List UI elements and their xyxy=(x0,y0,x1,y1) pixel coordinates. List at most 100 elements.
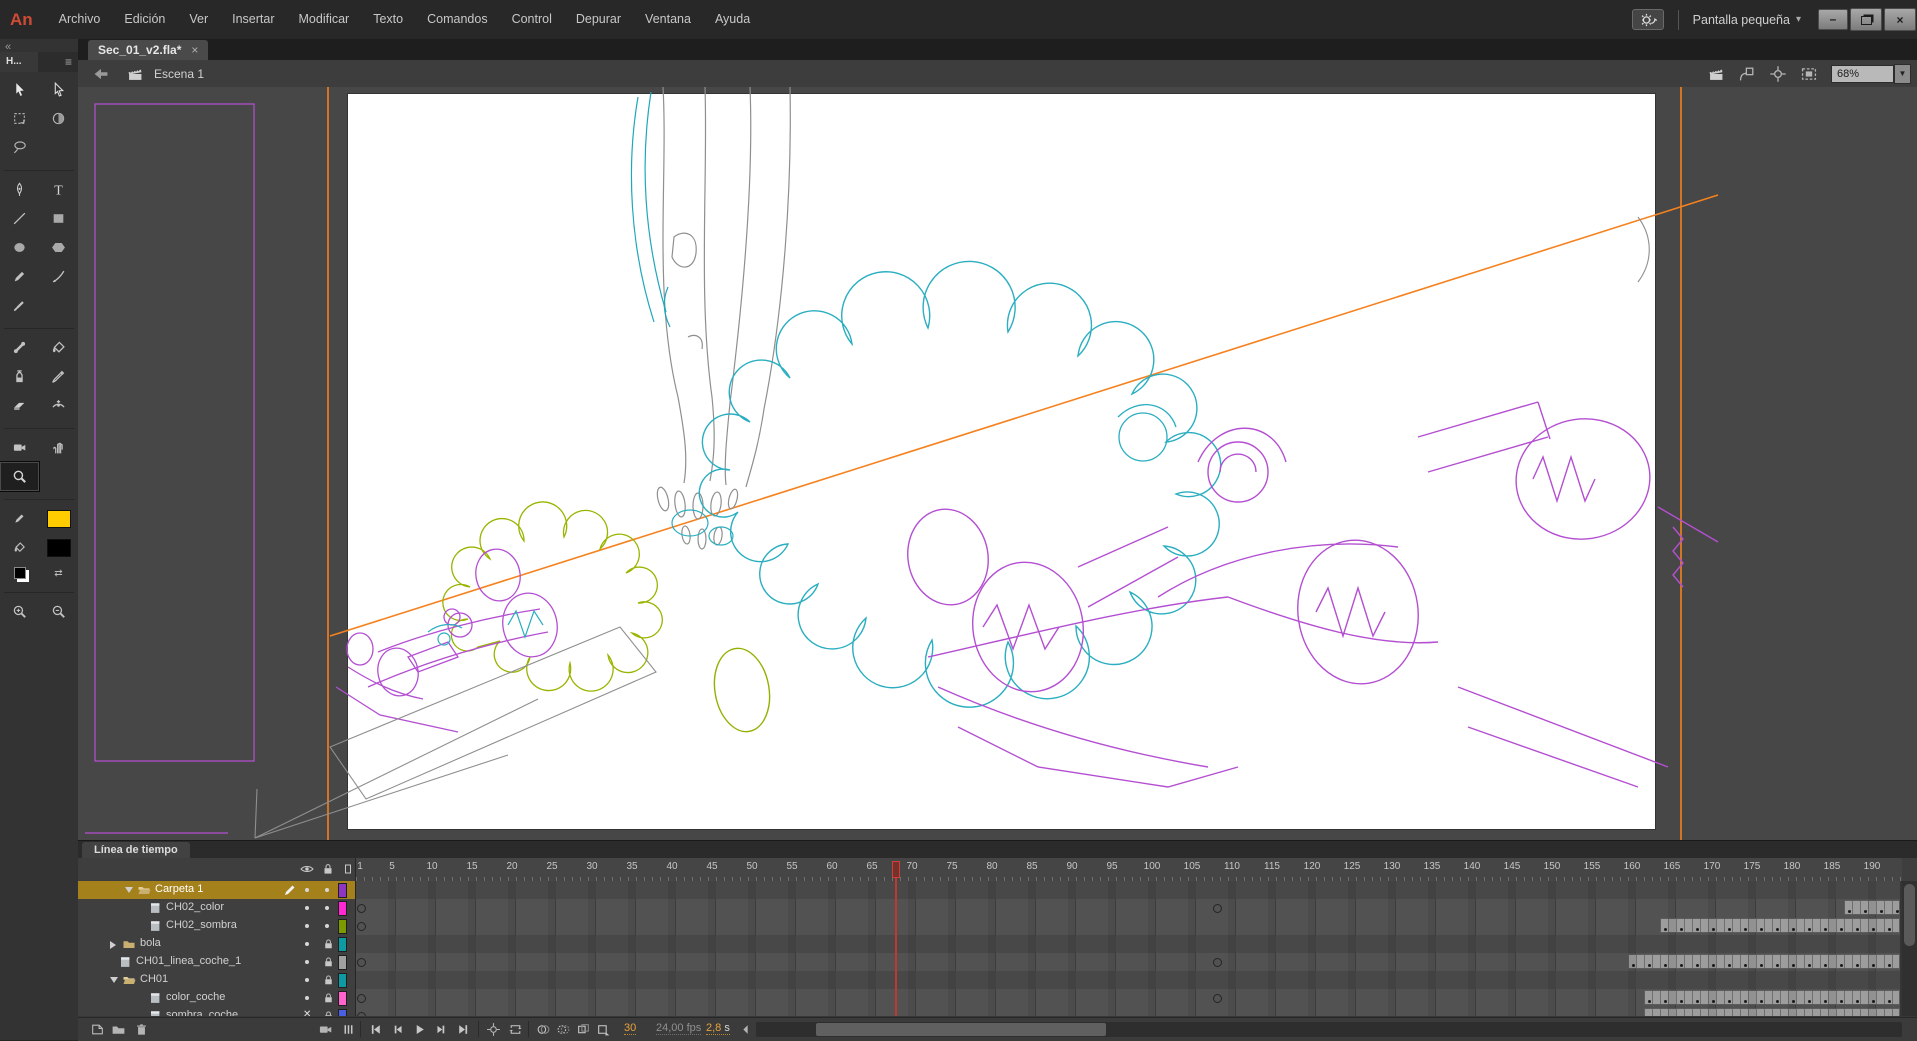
layer-row-carpeta-1[interactable]: Carpeta 1 xyxy=(78,881,355,900)
modify-markers-button[interactable] xyxy=(596,1022,611,1037)
layer-visible-dot[interactable] xyxy=(305,888,309,892)
new-folder-button[interactable] xyxy=(111,1022,126,1037)
outline-column-icon[interactable] xyxy=(341,862,355,876)
back-arrow-icon[interactable] xyxy=(92,65,110,83)
frames-row-sombra-coche[interactable] xyxy=(356,1007,1900,1016)
menu-ver[interactable]: Ver xyxy=(177,0,220,39)
rectangle-tool[interactable] xyxy=(39,204,78,233)
keyframe-cluster[interactable] xyxy=(1628,954,1900,969)
onion-outline-button[interactable] xyxy=(556,1022,571,1037)
edit-symbol-icon[interactable] xyxy=(1738,65,1756,83)
edit-scene-icon[interactable] xyxy=(1707,65,1725,83)
layer-row-sombra-coche[interactable]: sombra_coche ✕ xyxy=(78,1007,355,1016)
layer-depth-button[interactable] xyxy=(341,1022,356,1037)
close-tab-icon[interactable]: × xyxy=(191,43,198,57)
eyedropper-tool[interactable] xyxy=(39,362,78,391)
bone-tool[interactable] xyxy=(0,333,39,362)
zoom-tool[interactable] xyxy=(0,461,40,492)
layer-unlocked-dot[interactable] xyxy=(325,924,329,928)
menu-edicion[interactable]: Edición xyxy=(112,0,177,39)
menu-control[interactable]: Control xyxy=(500,0,564,39)
frames-row-ch01[interactable] xyxy=(356,971,1900,990)
camera-button[interactable] xyxy=(318,1022,333,1037)
eraser-tool[interactable] xyxy=(0,391,39,420)
clip-outside-icon[interactable] xyxy=(1800,65,1818,83)
step-back-button[interactable] xyxy=(390,1022,405,1037)
layer-outline-swatch[interactable] xyxy=(338,919,347,934)
timeline-tab[interactable]: Línea de tiempo xyxy=(82,842,190,859)
scroll-left-icon[interactable] xyxy=(738,1022,753,1037)
layer-unlocked-dot[interactable] xyxy=(325,906,329,910)
canvas-pasteboard[interactable] xyxy=(78,87,1917,840)
timeline-ruler[interactable]: 1 5 10 15 20 25 30 35 40 45 50 55 60 65 70 75 80 85 90 95 10… xyxy=(356,858,1902,882)
layer-visible-dot[interactable] xyxy=(305,960,309,964)
menu-comandos[interactable]: Comandos xyxy=(415,0,499,39)
layer-lock-icon[interactable] xyxy=(322,937,335,951)
close-button[interactable]: × xyxy=(1884,8,1916,31)
first-frame-button[interactable] xyxy=(368,1022,383,1037)
frames-row-carpeta-1[interactable] xyxy=(356,881,1900,900)
center-frame-button[interactable] xyxy=(486,1022,501,1037)
menu-insertar[interactable]: Insertar xyxy=(220,0,286,39)
layer-unlocked-dot[interactable] xyxy=(325,888,329,892)
panel-menu-icon[interactable]: ≡ xyxy=(65,55,72,69)
free-transform-tool[interactable] xyxy=(0,104,39,133)
frames-row-ch01-linea-coche-1[interactable] xyxy=(356,953,1900,972)
text-tool[interactable]: T xyxy=(39,175,78,204)
layer-lock-icon[interactable] xyxy=(322,973,335,987)
hand-tool[interactable] xyxy=(39,433,78,462)
keyframe-cluster[interactable] xyxy=(1644,990,1900,1005)
menu-texto[interactable]: Texto xyxy=(361,0,415,39)
zoom-in-button[interactable] xyxy=(0,597,39,626)
layer-hidden-icon[interactable]: ✕ xyxy=(303,1009,311,1016)
layer-outline-swatch[interactable] xyxy=(338,973,347,988)
delete-layer-button[interactable] xyxy=(134,1022,149,1037)
menu-ayuda[interactable]: Ayuda xyxy=(703,0,762,39)
polystar-tool[interactable] xyxy=(39,233,78,262)
workspace-switcher[interactable]: Pantalla pequeña xyxy=(1693,13,1790,27)
zoom-level-field[interactable]: 68% xyxy=(1831,64,1894,83)
fill-color-swatch[interactable] xyxy=(39,533,78,562)
empty-keyframe[interactable] xyxy=(1213,958,1222,967)
layer-outline-swatch[interactable] xyxy=(338,883,347,898)
frames-row-bola[interactable] xyxy=(356,935,1900,954)
ink-bottle-tool[interactable] xyxy=(0,362,39,391)
subselection-tool[interactable] xyxy=(39,75,78,104)
timeline-vertical-scrollbar[interactable] xyxy=(1902,881,1917,1016)
layer-visible-dot[interactable] xyxy=(305,996,309,1000)
keyframe-cluster[interactable] xyxy=(1844,900,1900,915)
paint-brush-tool[interactable] xyxy=(0,291,39,320)
swap-colors-button[interactable]: ⇄ xyxy=(39,562,78,584)
empty-keyframe[interactable] xyxy=(357,904,366,913)
layer-row-ch01[interactable]: CH01 xyxy=(78,971,355,990)
gradient-transform-tool[interactable] xyxy=(39,104,78,133)
layer-lock-icon[interactable] xyxy=(322,1009,335,1016)
expand-folder-icon[interactable] xyxy=(110,941,116,949)
layer-row-ch02-sombra[interactable]: CH02_sombra xyxy=(78,917,355,936)
layer-visible-dot[interactable] xyxy=(305,942,309,946)
default-colors-button[interactable] xyxy=(0,562,39,584)
scrollbar-thumb[interactable] xyxy=(816,1023,1106,1036)
layer-outline-swatch[interactable] xyxy=(338,955,347,970)
layer-visible-dot[interactable] xyxy=(305,906,309,910)
current-frame-field[interactable]: 30 xyxy=(624,1022,637,1035)
empty-keyframe[interactable] xyxy=(357,994,366,1003)
line-tool[interactable] xyxy=(0,204,39,233)
empty-keyframe[interactable] xyxy=(357,1012,366,1016)
center-stage-icon[interactable] xyxy=(1769,65,1787,83)
playhead-marker[interactable] xyxy=(892,861,900,878)
eye-icon[interactable] xyxy=(300,862,314,876)
layer-row-bola[interactable]: bola xyxy=(78,935,355,954)
oval-tool[interactable] xyxy=(0,233,39,262)
layer-lock-icon[interactable] xyxy=(322,991,335,1005)
keyframe-cluster[interactable] xyxy=(1644,1008,1900,1016)
camera-tool[interactable] xyxy=(0,433,39,462)
layer-row-ch02-color[interactable]: CH02_color xyxy=(78,899,355,918)
menu-modificar[interactable]: Modificar xyxy=(287,0,362,39)
keyframe-cluster[interactable] xyxy=(1660,918,1900,933)
layer-outline-swatch[interactable] xyxy=(338,901,347,916)
menu-depurar[interactable]: Depurar xyxy=(564,0,633,39)
empty-keyframe[interactable] xyxy=(1213,904,1222,913)
empty-keyframe[interactable] xyxy=(1213,994,1222,1003)
selection-tool[interactable] xyxy=(0,75,39,104)
